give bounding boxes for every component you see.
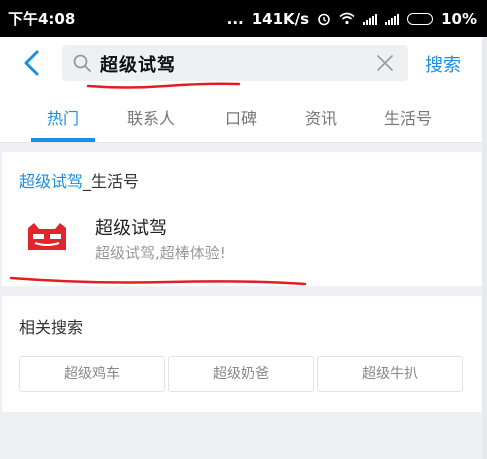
related-searches: 相关搜索 超级鸡车 超级奶爸 超级牛扒: [2, 296, 482, 412]
status-icons: ... 141K/s 10%: [227, 10, 477, 28]
search-input[interactable]: 超级试驾: [62, 45, 408, 81]
battery-percent: 10%: [441, 9, 477, 28]
active-tab-indicator: [31, 138, 95, 142]
item-name: 超级试驾: [95, 218, 167, 239]
network-speed: 141K/s: [251, 9, 310, 28]
status-bar: 下午4:08 ... 141K/s 10%: [0, 0, 487, 37]
tab-news[interactable]: 资讯: [305, 105, 337, 129]
search-button[interactable]: 搜索: [425, 51, 461, 77]
search-icon: [73, 54, 91, 72]
section-keyword: 超级试驾: [19, 172, 84, 191]
section-title: 超级试驾_生活号: [19, 168, 139, 192]
search-query: 超级试驾: [100, 55, 176, 76]
alarm-icon: [318, 13, 330, 25]
signal-icon-1: [363, 13, 378, 25]
tab-contacts[interactable]: 联系人: [127, 105, 175, 129]
signal-icon-2: [385, 13, 400, 25]
clear-icon[interactable]: [376, 54, 394, 72]
related-chip-3[interactable]: 超级牛扒: [317, 356, 463, 392]
back-arrow-icon[interactable]: [18, 48, 46, 78]
tab-lifestyle[interactable]: 生活号: [384, 105, 432, 129]
related-chip-1[interactable]: 超级鸡车: [19, 356, 165, 392]
status-time: 下午4:08: [8, 10, 76, 28]
category-tabs: 热门 联系人 口碑 资讯 生活号: [0, 91, 487, 143]
item-description: 超级试驾,超棒体验!: [95, 244, 226, 262]
section-suffix: _生活号: [83, 172, 140, 191]
tmall-cat-logo-icon: [28, 223, 66, 250]
wifi-icon: [339, 12, 355, 25]
result-item[interactable]: 超级试驾 超级试驾,超棒体验!: [2, 206, 482, 276]
result-section: 超级试驾_生活号 超级试驾 超级试驾,超棒体验!: [2, 152, 482, 286]
status-dots: ...: [226, 9, 244, 28]
right-edge: [482, 37, 487, 459]
tab-reviews[interactable]: 口碑: [225, 105, 257, 129]
tab-hot[interactable]: 热门: [47, 105, 79, 129]
battery-icon: [407, 12, 434, 25]
related-chip-2[interactable]: 超级奶爸: [168, 356, 314, 392]
search-header: 超级试驾 搜索: [0, 37, 487, 91]
related-title: 相关搜索: [19, 318, 84, 337]
